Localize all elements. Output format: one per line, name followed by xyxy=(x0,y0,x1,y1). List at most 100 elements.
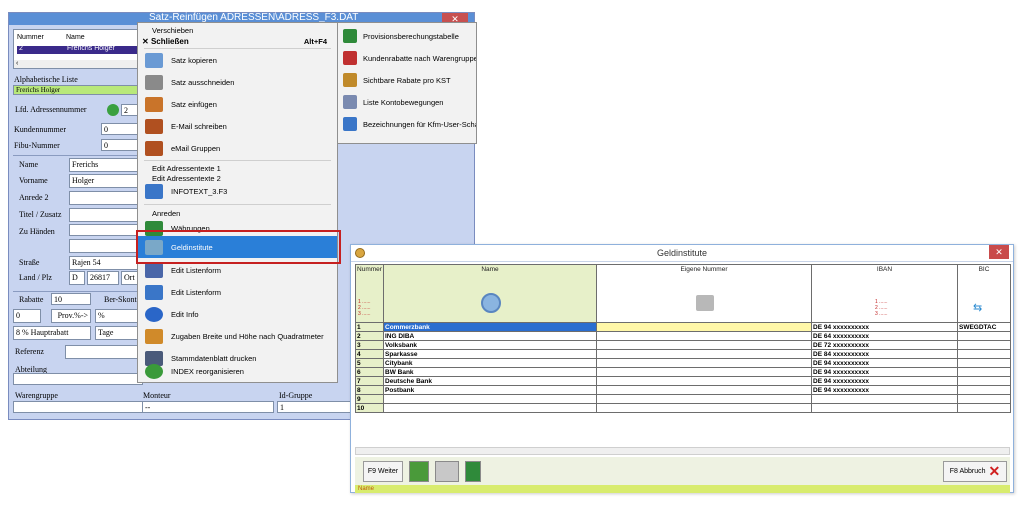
cell-iban[interactable] xyxy=(811,394,958,404)
cell-nummer[interactable]: 3 xyxy=(355,340,384,350)
submenu-item-kundenrabatte[interactable]: Kundenrabatte nach Warengruppen xyxy=(338,47,476,69)
referenz-field[interactable] xyxy=(65,345,143,359)
menu-item-satz-ausschneiden[interactable]: Satz ausschneiden xyxy=(138,71,337,93)
cell-eigene-nummer[interactable] xyxy=(596,358,812,368)
strasse-field[interactable]: Rajen 54 xyxy=(69,256,143,270)
cell-bic[interactable] xyxy=(957,376,1011,386)
zuhanden-field-2[interactable] xyxy=(69,239,143,253)
cell-bic[interactable] xyxy=(957,331,1011,341)
cell-iban[interactable] xyxy=(811,403,958,413)
cell-nummer[interactable]: 9 xyxy=(355,394,384,404)
pct-field[interactable]: % xyxy=(95,309,143,323)
cell-nummer[interactable]: 6 xyxy=(355,367,384,377)
f9-weiter-button[interactable]: F9 Weiter xyxy=(363,461,403,482)
submenu-item-provision[interactable]: Provisionsberechungstabelle xyxy=(338,25,476,47)
cell-bic[interactable] xyxy=(957,367,1011,377)
sort-icon[interactable] xyxy=(481,293,501,313)
cell-iban[interactable]: DE 94 xxxxxxxxxx xyxy=(811,376,958,386)
cell-name[interactable]: BW Bank xyxy=(383,367,597,377)
horizontal-scrollbar[interactable] xyxy=(355,447,1010,455)
cell-bic[interactable] xyxy=(957,340,1011,350)
menu-item-infotext[interactable]: INFOTEXT_3.F3 xyxy=(138,180,337,202)
cell-eigene-nummer[interactable] xyxy=(596,331,812,341)
zuhanden-field[interactable] xyxy=(69,224,143,236)
cell-nummer[interactable]: 10 xyxy=(355,403,384,413)
cell-iban[interactable]: DE 84 xxxxxxxxxx xyxy=(811,349,958,359)
menu-item-satz-kopieren[interactable]: Satz kopieren xyxy=(138,49,337,71)
cell-bic[interactable]: SWEGDTAC xyxy=(957,322,1011,332)
cell-eigene-nummer[interactable] xyxy=(596,403,812,413)
plz-field[interactable]: 26817 xyxy=(87,271,119,285)
cell-bic[interactable] xyxy=(957,358,1011,368)
cell-name[interactable]: Volksbank xyxy=(383,340,597,350)
cell-iban[interactable]: DE 94 xxxxxxxxxx xyxy=(811,367,958,377)
rabatte-field[interactable]: 10 xyxy=(51,293,91,305)
table-row[interactable]: 2 ING DIBA DE 64 xxxxxxxxxx xyxy=(355,331,1011,341)
menu-item-index[interactable]: INDEX reorganisieren xyxy=(138,360,337,382)
confirm-icon[interactable] xyxy=(409,461,429,482)
cell-nummer[interactable]: 5 xyxy=(355,358,384,368)
cell-iban[interactable]: DE 64 xxxxxxxxxx xyxy=(811,331,958,341)
cell-nummer[interactable]: 2 xyxy=(355,331,384,341)
rab-small-field[interactable]: 0 xyxy=(13,309,41,323)
table-row[interactable]: 8 Postbank DE 94 xxxxxxxxxx xyxy=(355,385,1011,395)
table-row[interactable]: 9 xyxy=(355,394,1011,404)
titel-field[interactable] xyxy=(69,208,143,222)
menu-item-email-gruppen[interactable]: eMail Gruppen xyxy=(138,137,337,159)
cell-name[interactable]: Commerzbank xyxy=(383,322,597,332)
table-row[interactable]: 5 Citybank DE 94 xxxxxxxxxx xyxy=(355,358,1011,368)
cell-eigene-nummer[interactable] xyxy=(596,394,812,404)
cell-bic[interactable] xyxy=(957,349,1011,359)
land-field[interactable]: D xyxy=(69,271,85,285)
cell-eigene-nummer[interactable] xyxy=(596,367,812,377)
cell-nummer[interactable]: 7 xyxy=(355,376,384,386)
vorname-field[interactable]: Holger xyxy=(69,174,143,188)
cell-nummer[interactable]: 4 xyxy=(355,349,384,359)
table-row[interactable]: 1 Commerzbank DE 94 xxxxxxxxxx SWEGDTAC xyxy=(355,322,1011,332)
monteur-select[interactable]: -- xyxy=(142,401,274,413)
swap-arrows-icon[interactable]: ⇆ xyxy=(973,301,982,314)
cell-eigene-nummer[interactable] xyxy=(596,340,812,350)
cell-name[interactable]: Deutsche Bank xyxy=(383,376,597,386)
cell-iban[interactable]: DE 94 xxxxxxxxxx xyxy=(811,322,958,332)
list-scrollbar[interactable]: ‹ xyxy=(14,60,140,68)
f8-abbruch-button[interactable]: F8 Abbruch ✕ xyxy=(943,461,1007,482)
cell-bic[interactable] xyxy=(957,403,1011,413)
arrow-left-icon[interactable] xyxy=(107,104,119,116)
cell-name[interactable]: Sparkasse xyxy=(383,349,597,359)
cell-iban[interactable]: DE 94 xxxxxxxxxx xyxy=(811,358,958,368)
menu-item-edit-text-1[interactable]: Edit Adressentexte 1 xyxy=(152,164,221,173)
cell-iban[interactable]: DE 94 xxxxxxxxxx xyxy=(811,385,958,395)
cell-nummer[interactable]: 1 xyxy=(355,322,384,332)
cell-eigene-nummer[interactable] xyxy=(596,385,812,395)
name-field[interactable]: Frerichs xyxy=(69,158,143,172)
cell-name[interactable]: Postbank xyxy=(383,385,597,395)
cell-nummer[interactable]: 8 xyxy=(355,385,384,395)
cell-name[interactable]: ING DIBA xyxy=(383,331,597,341)
table-row[interactable]: 6 BW Bank DE 94 xxxxxxxxxx xyxy=(355,367,1011,377)
header-bic[interactable]: BIC ⇆ xyxy=(957,264,1011,323)
abteilung-select[interactable] xyxy=(13,373,143,385)
currency-button-icon[interactable] xyxy=(465,461,481,482)
menu-item-email[interactable]: E-Mail schreiben xyxy=(138,115,337,137)
table-row[interactable]: 3 Volksbank DE 72 xxxxxxxxxx xyxy=(355,340,1011,350)
warengruppe-select[interactable] xyxy=(13,401,143,413)
close-icon[interactable]: ✕ xyxy=(989,245,1009,259)
cell-bic[interactable] xyxy=(957,394,1011,404)
bank-button-icon[interactable] xyxy=(435,461,459,482)
header-nummer[interactable]: Nummer 1 ...... 2 ...... 3 ...... xyxy=(355,264,384,323)
table-row[interactable]: 10 xyxy=(355,403,1011,413)
hauptrabatt-select[interactable]: 8 % Hauptrabatt xyxy=(13,326,91,340)
submenu-item-sichtbare-rabate[interactable]: Sichtbare Rabate pro KST xyxy=(338,69,476,91)
table-row[interactable]: 7 Deutsche Bank DE 94 xxxxxxxxxx xyxy=(355,376,1011,386)
address-list[interactable]: Nummer Name 2 Frerichs Holger ‹ xyxy=(13,29,141,69)
cell-eigene-nummer[interactable] xyxy=(596,322,812,332)
cell-bic[interactable] xyxy=(957,385,1011,395)
cell-name[interactable]: Citybank xyxy=(383,358,597,368)
header-name[interactable]: Name xyxy=(383,264,597,323)
submenu-item-kontobewegungen[interactable]: Liste Kontobewegungen xyxy=(338,91,476,113)
cell-iban[interactable]: DE 72 xxxxxxxxxx xyxy=(811,340,958,350)
menu-item-zugaben[interactable]: Zugaben Breite und Höhe nach Quadratmete… xyxy=(138,325,337,347)
table-row[interactable]: 4 Sparkasse DE 84 xxxxxxxxxx xyxy=(355,349,1011,359)
tage-field[interactable]: Tage xyxy=(95,326,143,340)
